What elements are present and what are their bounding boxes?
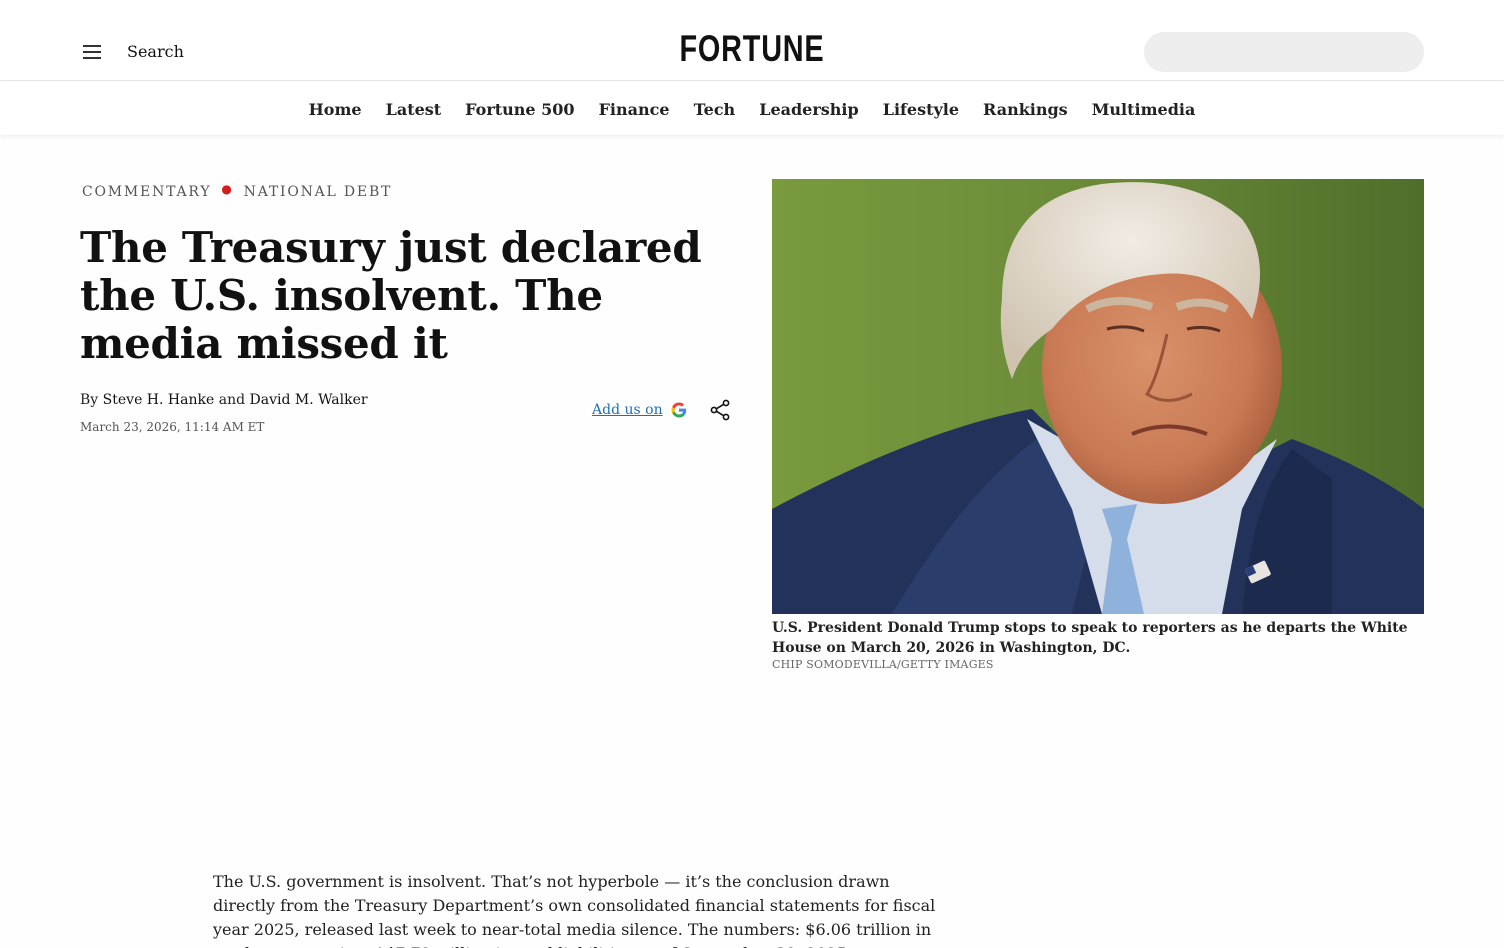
author-link-2[interactable]: David M. Walker xyxy=(250,392,368,408)
nav-item-tech[interactable]: Tech xyxy=(694,100,736,119)
article-eyebrow: COMMENTARY ● NATIONAL DEBT xyxy=(82,182,393,200)
site-header: Search FORTUNE xyxy=(0,0,1504,81)
hamburger-menu-icon[interactable] xyxy=(80,40,104,64)
byline: By Steve H. Hanke and David M. Walker xyxy=(80,392,368,408)
byline-and: and xyxy=(218,392,246,408)
google-icon xyxy=(671,402,686,418)
share-icon[interactable] xyxy=(708,398,732,422)
nav-item-fortune-500[interactable]: Fortune 500 xyxy=(465,100,574,119)
separator-dot-icon: ● xyxy=(221,182,234,196)
section-link[interactable]: COMMENTARY xyxy=(82,184,211,200)
nav-list: Home Latest Fortune 500 Finance Tech Lea… xyxy=(0,100,1504,119)
author-link-1[interactable]: Steve H. Hanke xyxy=(103,392,215,408)
add-us-on-google-button[interactable]: Add us on xyxy=(592,402,687,418)
search-input[interactable] xyxy=(1144,32,1424,72)
nav-item-latest[interactable]: Latest xyxy=(386,100,442,119)
byline-prefix: By xyxy=(80,392,99,408)
portrait-illustration xyxy=(772,179,1424,614)
nav-item-finance[interactable]: Finance xyxy=(599,100,670,119)
subsection-link[interactable]: NATIONAL DEBT xyxy=(244,184,393,200)
publish-timestamp: March 23, 2026, 11:14 AM ET xyxy=(80,420,265,434)
image-caption: U.S. President Donald Trump stops to spe… xyxy=(772,620,1408,656)
nav-item-home[interactable]: Home xyxy=(309,100,362,119)
nav-item-multimedia[interactable]: Multimedia xyxy=(1092,100,1196,119)
nav-item-lifestyle[interactable]: Lifestyle xyxy=(883,100,959,119)
article-body-paragraph: The U.S. government is insolvent. That’s… xyxy=(213,872,936,948)
hero-image xyxy=(772,179,1424,614)
main-nav: Home Latest Fortune 500 Finance Tech Lea… xyxy=(0,81,1504,135)
nav-item-leadership[interactable]: Leadership xyxy=(759,100,859,119)
image-credit: CHIP SOMODEVILLA/GETTY IMAGES xyxy=(772,658,994,671)
nav-item-rankings[interactable]: Rankings xyxy=(983,100,1068,119)
add-us-label: Add us on xyxy=(592,402,663,418)
article-headline: The Treasury just declared the U.S. inso… xyxy=(80,223,702,368)
